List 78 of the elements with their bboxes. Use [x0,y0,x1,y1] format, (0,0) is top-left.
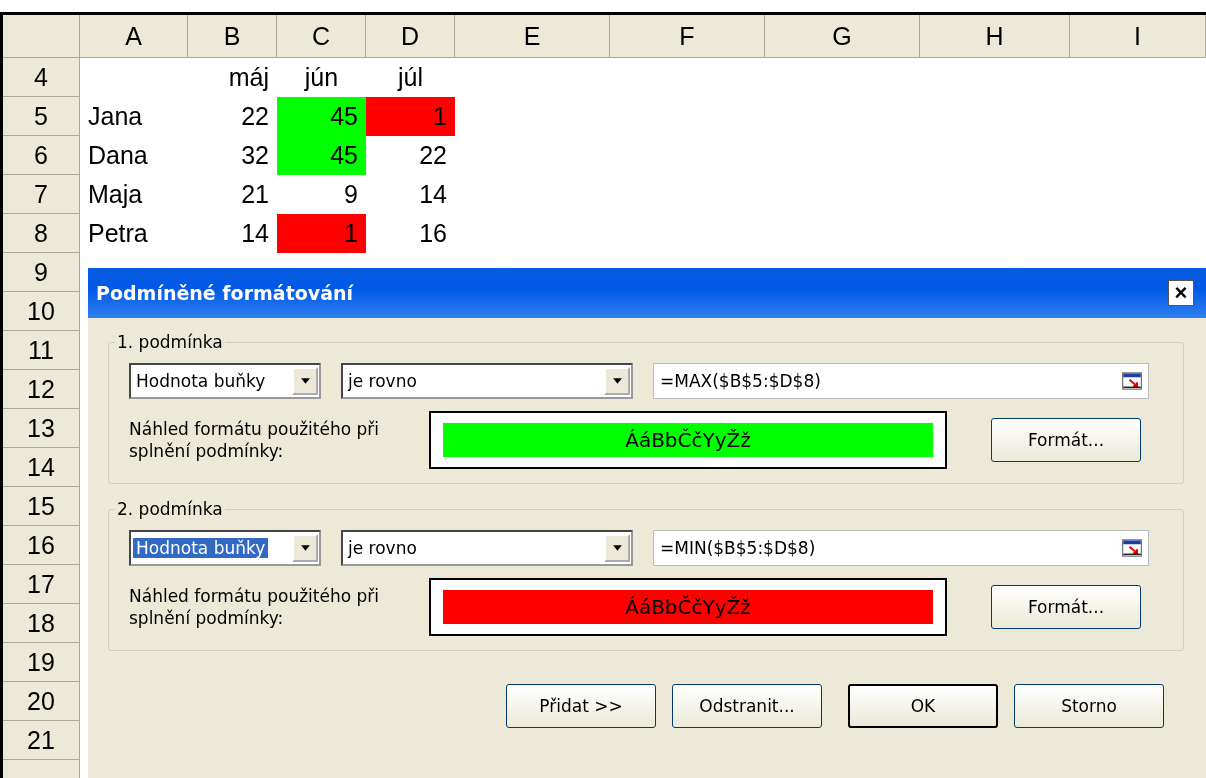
caret-icon [299,544,311,552]
column-header[interactable]: G [765,15,920,58]
dialog-button[interactable]: OK [848,684,998,728]
range-select-icon [1122,539,1142,557]
dialog-button[interactable]: Přidat >> [506,684,656,728]
format-preview: ÁáBbČčYyŽž [443,423,933,457]
table-cell-text: Maja [87,179,144,210]
dropdown-button[interactable] [292,367,318,395]
row-header[interactable]: 12 [3,370,80,409]
table-cell-text: jún [303,62,340,93]
dialog-button[interactable]: Odstranit... [672,684,822,728]
table-cell-text: 16 [418,218,448,249]
highlighted-cell: 1 [277,214,366,253]
table-cell-text: 22 [418,140,448,171]
preview-label: Náhled formátu použitého při splnění podmínky: [129,418,380,462]
dialog-button[interactable]: Storno [1014,684,1164,728]
operator-dropdown[interactable]: je rovno [341,363,633,399]
caret-icon [299,377,311,385]
row-header[interactable]: 5 [3,97,80,136]
column-header[interactable]: D [366,15,455,58]
column-header[interactable]: E [455,15,610,58]
preview-label: Náhled formátu použitého při splnění podmínky: [129,585,380,629]
table-cell-text: 14 [418,179,448,210]
operator-dropdown[interactable]: je rovno [341,530,633,566]
row-header[interactable]: 4 [3,58,80,97]
column-header[interactable]: C [277,15,366,58]
row-header[interactable]: 17 [3,565,80,604]
type-dropdown[interactable]: Hodnota buňky [129,363,321,399]
formula-field[interactable]: =MIN($B$5:$D$8) [653,530,1149,566]
close-button[interactable]: × [1168,280,1194,306]
highlighted-cell: 45 [277,136,366,175]
group-label: 2. podmínka [115,499,225,519]
collapse-dialog-button[interactable] [1122,372,1142,390]
table-cell-text: júl [396,62,424,93]
row-header[interactable]: 6 [3,136,80,175]
row-header[interactable]: 14 [3,448,80,487]
format-button[interactable]: Formát... [991,585,1141,629]
table-cell-text: 21 [240,179,270,210]
table-cell-text: 32 [240,140,270,171]
dropdown-button[interactable] [604,367,630,395]
collapse-dialog-button[interactable] [1122,539,1142,557]
formula-field[interactable]: =MAX($B$5:$D$8) [653,363,1149,399]
row-header[interactable]: 9 [3,253,80,292]
table-cell-text: Dana [87,140,149,171]
highlighted-cell: 45 [277,97,366,136]
row-header[interactable]: 11 [3,331,80,370]
format-preview: ÁáBbČčYyŽž [443,590,933,624]
table-cell-text: 9 [343,179,359,210]
column-header[interactable]: B [188,15,277,58]
column-header[interactable]: I [1070,15,1206,58]
window-title: Podmíněné formátování [96,282,354,304]
table-cell-text: 14 [240,218,270,249]
column-header[interactable]: H [920,15,1070,58]
column-header[interactable]: F [610,15,765,58]
row-header[interactable]: 13 [3,409,80,448]
row-header[interactable]: 7 [3,175,80,214]
row-header[interactable]: 19 [3,643,80,682]
row-header[interactable]: 16 [3,526,80,565]
dropdown-button[interactable] [604,534,630,562]
highlighted-cell: 1 [366,97,455,136]
row-header[interactable]: 15 [3,487,80,526]
column-header[interactable]: A [80,15,188,58]
row-header[interactable]: 8 [3,214,80,253]
row-header[interactable]: 21 [3,721,80,760]
table-cell-text: Petra [87,218,149,249]
table-cell-text: 22 [240,101,270,132]
format-button[interactable]: Formát... [991,418,1141,462]
row-header[interactable]: 10 [3,292,80,331]
caret-icon [611,544,623,552]
range-select-icon [1122,372,1142,390]
caret-icon [611,377,623,385]
table-cell-text: Jana [87,101,144,132]
group-label: 1. podmínka [115,332,225,352]
row-header[interactable]: 20 [3,682,80,721]
row-header[interactable]: 18 [3,604,80,643]
table-cell-text: máj [227,62,270,93]
type-dropdown[interactable]: Hodnota buňky [129,530,321,566]
dropdown-button[interactable] [292,534,318,562]
